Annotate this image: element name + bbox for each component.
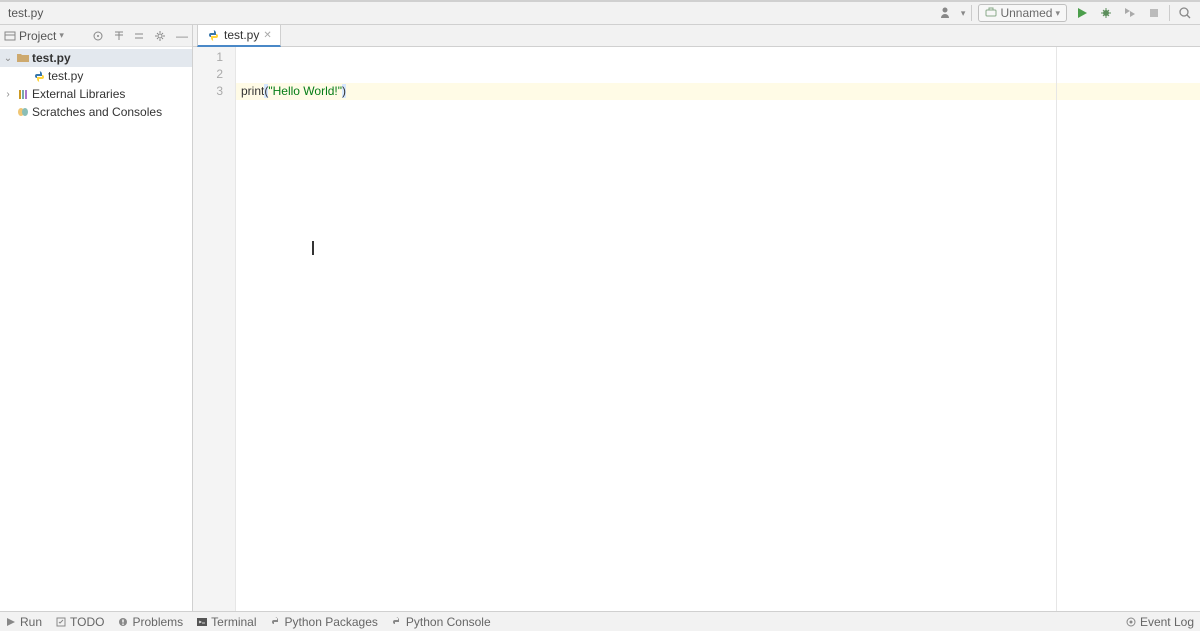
- user-dropdown-caret[interactable]: ▾: [961, 8, 966, 19]
- token-paren: ): [342, 84, 346, 98]
- scratches-icon: [16, 105, 30, 119]
- bottom-bar-right: Event Log: [1126, 615, 1194, 629]
- pypkg-label: Python Packages: [285, 615, 378, 629]
- project-panel: Project ▾ — ⌄ test.py test.py: [0, 25, 193, 611]
- todo-icon: [56, 617, 66, 627]
- chevron-down-icon: ▾: [59, 30, 64, 41]
- tree-external-libs[interactable]: › External Libraries: [0, 85, 192, 103]
- run-label: Run: [20, 615, 42, 629]
- top-bar: test.py ▾ Unnamed ▾: [0, 0, 1200, 25]
- project-view-icon: [4, 30, 16, 42]
- python-file-icon: [206, 28, 220, 42]
- terminal-icon: [197, 617, 207, 627]
- hide-panel-icon[interactable]: —: [176, 29, 188, 43]
- user-icon[interactable]: [937, 4, 955, 22]
- token-string: "Hello World!": [268, 84, 342, 98]
- run-config-icon: [985, 7, 997, 19]
- toolbar-right: ▾ Unnamed ▾: [937, 4, 1194, 22]
- pycon-label: Python Console: [406, 615, 491, 629]
- separator: [971, 5, 972, 21]
- tree-file-label: test.py: [48, 69, 83, 83]
- tree-root-label: test.py: [32, 51, 71, 65]
- gutter-line: 3: [193, 83, 235, 100]
- tab-label: test.py: [224, 28, 259, 42]
- problems-tool-window-button[interactable]: Problems: [118, 615, 183, 629]
- run-tool-window-button[interactable]: Run: [6, 615, 42, 629]
- todo-tool-window-button[interactable]: TODO: [56, 615, 104, 629]
- project-panel-toolbar: —: [92, 29, 188, 43]
- stop-button[interactable]: [1145, 4, 1163, 22]
- gear-icon[interactable]: [154, 30, 166, 42]
- python-console-button[interactable]: Python Console: [392, 615, 491, 629]
- event-log-icon: [1126, 617, 1136, 627]
- project-panel-header: Project ▾ —: [0, 25, 192, 47]
- gutter-line: 1: [193, 49, 235, 66]
- tree-expand-arrow[interactable]: ⌄: [2, 53, 14, 64]
- main-area: Project ▾ — ⌄ test.py test.py: [0, 25, 1200, 611]
- tree-scratches[interactable]: Scratches and Consoles: [0, 103, 192, 121]
- python-packages-button[interactable]: Python Packages: [271, 615, 378, 629]
- project-tree[interactable]: ⌄ test.py test.py › External Libraries S…: [0, 47, 192, 611]
- editor-tab[interactable]: test.py ✕: [197, 24, 281, 47]
- folder-icon: [16, 51, 30, 65]
- bottom-bar: Run TODO Problems Terminal Python Packag…: [0, 611, 1200, 631]
- problems-label: Problems: [132, 615, 183, 629]
- panel-title-label: Project: [19, 29, 56, 43]
- separator: [1169, 5, 1170, 21]
- line-gutter: 1 2 3: [193, 47, 236, 611]
- python-file-icon: [32, 69, 46, 83]
- token-function: print: [241, 84, 264, 98]
- tree-root-node[interactable]: ⌄ test.py: [0, 49, 192, 67]
- gutter-line: 2: [193, 66, 235, 83]
- code-editor[interactable]: 1 2 3 print("Hello World!"): [193, 47, 1200, 611]
- run-config-label: Unnamed: [1000, 6, 1052, 20]
- more-run-icon[interactable]: [1121, 4, 1139, 22]
- console-icon: [392, 617, 402, 627]
- event-log-button[interactable]: Event Log: [1126, 615, 1194, 629]
- code-content[interactable]: print("Hello World!"): [236, 47, 1200, 611]
- project-panel-title[interactable]: Project ▾: [4, 29, 88, 43]
- terminal-label: Terminal: [211, 615, 256, 629]
- expand-all-icon[interactable]: [114, 31, 124, 41]
- problems-icon: [118, 617, 128, 627]
- library-icon: [16, 87, 30, 101]
- chevron-down-icon: ▾: [1055, 8, 1060, 19]
- event-log-label: Event Log: [1140, 615, 1194, 629]
- collapse-all-icon[interactable]: [134, 31, 144, 41]
- breadcrumb[interactable]: test.py: [6, 6, 937, 20]
- todo-label: TODO: [70, 615, 104, 629]
- tree-file-node[interactable]: test.py: [0, 67, 192, 85]
- editor-tabs: test.py ✕: [193, 25, 1200, 47]
- text-cursor: [312, 241, 314, 255]
- tree-scratch-label: Scratches and Consoles: [32, 105, 162, 119]
- debug-button[interactable]: [1097, 4, 1115, 22]
- run-button[interactable]: [1073, 4, 1091, 22]
- close-icon[interactable]: ✕: [263, 30, 271, 41]
- package-icon: [271, 617, 281, 627]
- breadcrumb-file: test.py: [8, 6, 43, 20]
- select-opened-file-icon[interactable]: [92, 30, 104, 42]
- right-margin-ruler: [1056, 47, 1057, 611]
- run-icon: [6, 617, 16, 627]
- terminal-tool-window-button[interactable]: Terminal: [197, 615, 256, 629]
- tree-extlib-label: External Libraries: [32, 87, 125, 101]
- editor-area: test.py ✕ 1 2 3 print("Hello World!"): [193, 25, 1200, 611]
- tree-expand-arrow[interactable]: ›: [2, 89, 14, 100]
- search-icon[interactable]: [1176, 4, 1194, 22]
- run-configuration-dropdown[interactable]: Unnamed ▾: [978, 4, 1067, 22]
